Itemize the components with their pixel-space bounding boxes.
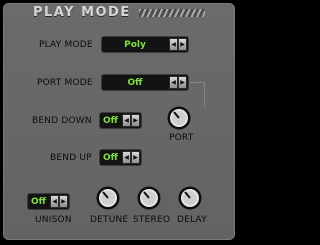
- play-mode-label: PLAY MODE: [39, 40, 93, 50]
- port-mode-arrows: ◀ ▶: [169, 76, 187, 89]
- stereo-knob-label: STEREO: [133, 215, 171, 225]
- arrow-left-icon[interactable]: ◀: [169, 38, 178, 51]
- arrow-left-icon[interactable]: ◀: [50, 195, 59, 208]
- bend-down-arrows: ◀ ▶: [122, 114, 140, 127]
- unison-arrows: ◀ ▶: [50, 195, 68, 208]
- play-mode-value: Poly: [124, 39, 146, 50]
- port-mode-label: PORT MODE: [37, 78, 93, 88]
- arrow-right-icon[interactable]: ▶: [178, 76, 187, 89]
- bend-down-selector[interactable]: Off ◀ ▶: [100, 113, 141, 128]
- bend-up-value: Off: [103, 152, 118, 163]
- bend-up-label: BEND UP: [50, 153, 92, 163]
- port-connector-line: [190, 82, 205, 107]
- port-knob[interactable]: [167, 106, 191, 130]
- bend-up-selector[interactable]: Off ◀ ▶: [100, 150, 141, 165]
- arrow-left-icon[interactable]: ◀: [122, 151, 131, 164]
- arrow-right-icon[interactable]: ▶: [59, 195, 68, 208]
- detune-knob-label: DETUNE: [90, 215, 129, 225]
- bend-down-label: BEND DOWN: [32, 116, 92, 126]
- play-mode-panel: PLAY MODE PLAY MODE Poly ◀ ▶ PORT MODE O…: [0, 0, 240, 245]
- arrow-right-icon[interactable]: ▶: [178, 38, 187, 51]
- arrow-right-icon[interactable]: ▶: [131, 114, 140, 127]
- arrow-right-icon[interactable]: ▶: [131, 151, 140, 164]
- port-knob-label: PORT: [169, 133, 194, 143]
- bend-down-value: Off: [103, 115, 118, 126]
- port-mode-selector[interactable]: Off ◀ ▶: [102, 75, 188, 90]
- unison-selector[interactable]: Off ◀ ▶: [28, 194, 69, 209]
- unison-value: Off: [31, 196, 46, 207]
- delay-knob[interactable]: [178, 186, 202, 210]
- delay-knob-label: DELAY: [177, 215, 207, 225]
- unison-label: UNISON: [35, 215, 72, 225]
- play-mode-arrows: ◀ ▶: [169, 38, 187, 51]
- play-mode-selector[interactable]: Poly ◀ ▶: [102, 37, 188, 52]
- port-mode-value: Off: [127, 77, 143, 88]
- bend-up-arrows: ◀ ▶: [122, 151, 140, 164]
- arrow-left-icon[interactable]: ◀: [169, 76, 178, 89]
- panel-title: PLAY MODE: [33, 5, 131, 20]
- arrow-left-icon[interactable]: ◀: [122, 114, 131, 127]
- hatch-stripe-icon: [139, 9, 205, 17]
- stereo-knob[interactable]: [137, 186, 161, 210]
- detune-knob[interactable]: [96, 186, 120, 210]
- panel-body: PLAY MODE PLAY MODE Poly ◀ ▶ PORT MODE O…: [3, 3, 235, 240]
